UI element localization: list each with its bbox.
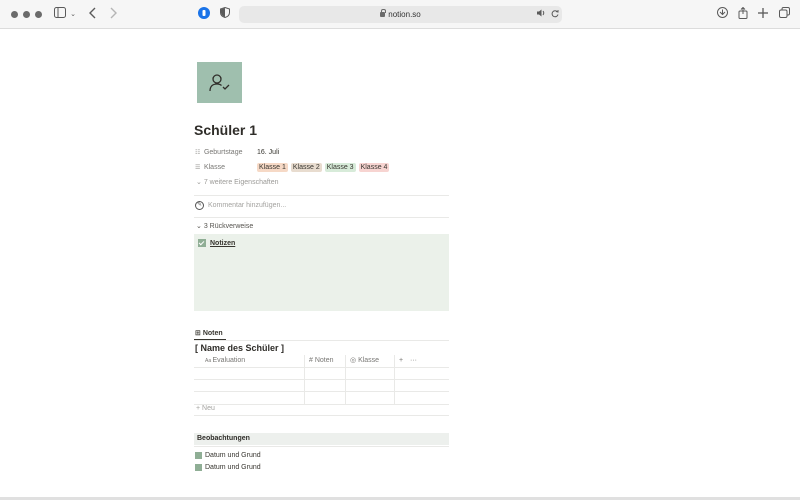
property-name: Geburtstage (203, 149, 243, 156)
new-tab-icon[interactable] (757, 7, 769, 22)
list-icon: ☰ (195, 165, 201, 171)
sidebar-toggle-icon[interactable] (54, 7, 66, 22)
calendar-icon: ☷ (195, 150, 201, 156)
column-divider (394, 355, 395, 404)
more-options-icon[interactable]: ··· (410, 355, 417, 367)
todo-item[interactable]: Datum und Grund (195, 452, 261, 459)
chevron-down-icon: ⌄ (196, 223, 204, 230)
column-header-evaluation[interactable]: Aa Evaluation (205, 355, 245, 367)
notion-page: Schüler 1 ☷ Geburtstage 16. Juli ☰ Klass… (0, 29, 800, 500)
property-value[interactable]: 16. Juli (257, 147, 279, 159)
text-property-icon: Aa (205, 358, 213, 364)
more-properties-toggle[interactable]: ⌄ 7 weitere Eigenschaften (196, 178, 279, 186)
chevron-down-icon[interactable]: ⌄ (69, 7, 77, 22)
back-icon[interactable] (88, 7, 98, 22)
table-row-divider (194, 367, 449, 368)
column-header-klasse[interactable]: ◎ Klasse (350, 355, 379, 367)
divider (194, 415, 449, 416)
divider (194, 217, 449, 218)
forward-icon[interactable] (108, 7, 118, 22)
divider (194, 340, 449, 341)
address-bar[interactable]: notion.so (239, 6, 562, 23)
tag-klasse-2[interactable]: Klasse 2 (290, 163, 322, 172)
backlinks-panel: Notizen (194, 234, 449, 311)
select-property-icon: ◎ (350, 357, 357, 364)
number-property-icon: # (309, 357, 313, 364)
password-extension-icon[interactable] (198, 7, 210, 22)
property-tags[interactable]: Klasse 1 Klasse 2 Klasse 3 Klasse 4 (257, 162, 392, 174)
maximize-window-button[interactable] (35, 11, 42, 18)
database-title[interactable]: [ Name des Schüler ] (195, 343, 284, 353)
tag-klasse-3[interactable]: Klasse 3 (324, 163, 356, 172)
page-title[interactable]: Schüler 1 (194, 122, 257, 138)
share-icon[interactable] (737, 6, 749, 22)
reload-icon[interactable] (550, 7, 559, 22)
browser-toolbar: ⌄ notion.so (0, 0, 800, 29)
page-icon[interactable] (197, 62, 242, 103)
property-klasse[interactable]: ☰ Klasse Klasse 1 Klasse 2 Klasse 3 Klasse … (195, 162, 390, 174)
lock-icon (380, 9, 387, 17)
column-divider (345, 355, 346, 404)
backlink-notizen[interactable]: Notizen (198, 239, 235, 247)
table-row[interactable] (194, 404, 449, 405)
checkbox-icon[interactable] (195, 452, 202, 459)
tab-noten[interactable]: ⊞ Noten (195, 329, 223, 337)
column-divider (304, 355, 305, 404)
close-window-button[interactable] (11, 11, 18, 18)
user-check-icon (208, 73, 229, 91)
column-header-noten[interactable]: # Noten (309, 355, 334, 367)
divider (194, 195, 449, 196)
new-row-button[interactable]: + Neu (196, 405, 215, 412)
comment-input[interactable]: ✎ Kommentar hinzufügen... (195, 201, 286, 210)
comment-placeholder: Kommentar hinzufügen... (208, 202, 287, 209)
table-row[interactable] (194, 379, 449, 380)
todo-item[interactable]: Datum und Grund (195, 464, 261, 471)
download-icon[interactable] (716, 7, 728, 22)
url-text: notion.so (388, 10, 421, 19)
tab-overview-icon[interactable] (778, 7, 790, 22)
plus-icon: + (196, 405, 201, 412)
checkbox-icon[interactable] (195, 464, 202, 471)
tag-klasse-1[interactable]: Klasse 1 (257, 163, 288, 172)
avatar: ✎ (195, 201, 204, 210)
tag-klasse-4[interactable]: Klasse 4 (358, 163, 390, 172)
minimize-window-button[interactable] (23, 11, 30, 18)
divider (194, 446, 449, 447)
property-geburtstage[interactable]: ☷ Geburtstage 16. Juli (195, 147, 279, 159)
add-column-icon[interactable]: + (399, 355, 403, 367)
checkbox-icon (198, 239, 206, 247)
shield-icon[interactable] (220, 6, 230, 22)
section-heading[interactable]: Beobachtungen (194, 433, 449, 445)
table-row[interactable] (194, 391, 449, 392)
property-name: Klasse (203, 164, 225, 171)
speaker-icon[interactable] (537, 7, 546, 22)
backlinks-toggle[interactable]: ⌄ 3 Rückverweise (196, 222, 253, 230)
chevron-down-icon: ⌄ (196, 179, 204, 186)
table-icon: ⊞ (195, 330, 201, 337)
